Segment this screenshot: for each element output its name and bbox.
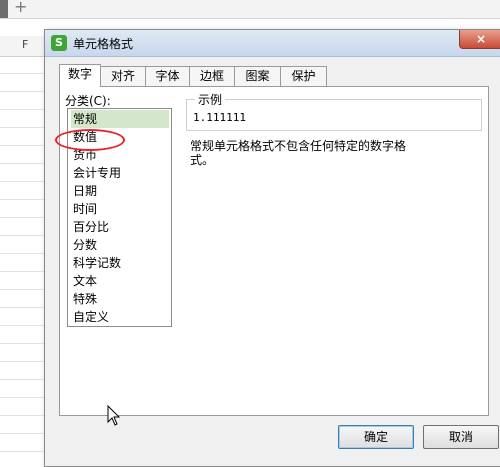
category-item-general[interactable]: 常规 <box>71 110 169 128</box>
category-item-scientific[interactable]: 科学记数 <box>71 254 169 272</box>
tab-number[interactable]: 数字 <box>59 64 101 87</box>
category-item-fraction[interactable]: 分数 <box>71 236 169 254</box>
dialog-titlebar[interactable]: S 单元格格式 × <box>45 30 500 57</box>
format-description: 常规单元格格式不包含任何特定的数字格式。 <box>190 139 407 167</box>
category-item-date[interactable]: 日期 <box>71 182 169 200</box>
sheet-tab-bar: + <box>0 0 500 19</box>
sample-value: 1.111111 <box>193 111 246 124</box>
category-item-special[interactable]: 特殊 <box>71 290 169 308</box>
sample-legend: 示例 <box>195 91 226 108</box>
category-label: 分类(C): <box>65 94 111 108</box>
category-item-time[interactable]: 时间 <box>71 200 169 218</box>
wps-app-icon: S <box>51 35 67 51</box>
category-item-accounting[interactable]: 会计专用 <box>71 164 169 182</box>
close-icon: × <box>475 32 487 46</box>
tab-protection[interactable]: 保护 <box>280 66 327 86</box>
tab-font[interactable]: 字体 <box>145 66 190 86</box>
category-item-custom[interactable]: 自定义 <box>71 308 169 326</box>
tab-pattern[interactable]: 图案 <box>234 66 281 86</box>
ok-button[interactable]: 确定 <box>338 425 414 449</box>
format-cells-dialog: S 单元格格式 × 数字 对齐 字体 边框 图案 保护 分类(C): 常规 数值… <box>44 29 500 467</box>
tab-alignment[interactable]: 对齐 <box>100 66 146 86</box>
sheet-tab-edge <box>0 0 8 18</box>
add-sheet-icon[interactable]: + <box>14 0 27 16</box>
number-tab-panel: 分类(C): 常规 数值 货币 会计专用 日期 时间 百分比 分数 科学记数 文… <box>59 86 489 416</box>
close-button[interactable]: × <box>459 30 500 49</box>
column-header-f[interactable]: F <box>22 38 28 51</box>
sample-box: 示例 1.111111 <box>186 91 482 131</box>
dialog-title: 单元格格式 <box>73 37 134 51</box>
category-item-percentage[interactable]: 百分比 <box>71 218 169 236</box>
cancel-button[interactable]: 取消 <box>423 425 499 449</box>
annotation-circle <box>55 129 125 151</box>
category-item-text[interactable]: 文本 <box>71 272 169 290</box>
tab-border[interactable]: 边框 <box>189 66 235 86</box>
mouse-cursor-icon <box>107 405 121 426</box>
